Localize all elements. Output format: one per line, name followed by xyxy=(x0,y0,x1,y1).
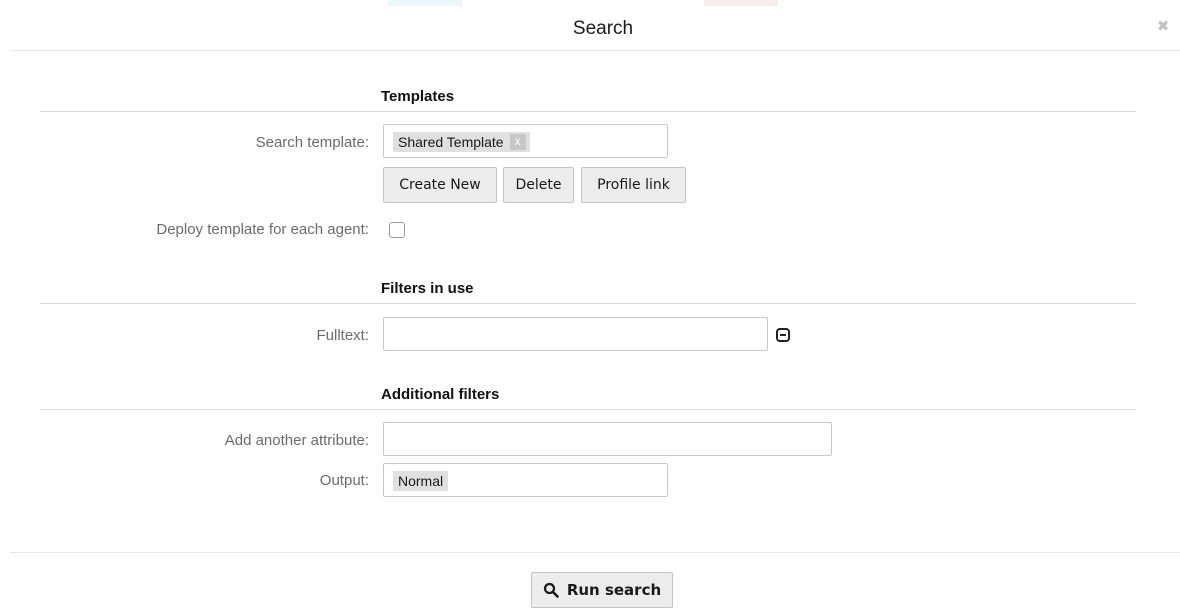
search-template-field[interactable]: Shared Template x xyxy=(383,124,668,158)
add-attribute-input[interactable] xyxy=(383,422,832,456)
run-search-label: Run search xyxy=(566,581,662,599)
run-search-button[interactable]: Run search xyxy=(531,572,673,608)
search-template-chip: Shared Template x xyxy=(393,132,530,152)
dialog-header: Search ✖ xyxy=(0,0,1180,50)
search-icon xyxy=(543,582,559,598)
search-dialog: Search ✖ Templates Search template: Shar… xyxy=(0,0,1180,608)
section-divider xyxy=(40,303,1136,304)
deploy-template-label: Deploy template for each agent: xyxy=(156,221,369,238)
close-icon[interactable]: ✖ xyxy=(1156,19,1170,34)
output-value: Normal xyxy=(398,473,444,489)
section-title-filters-in-use: Filters in use xyxy=(381,280,474,297)
output-chip: Normal xyxy=(393,471,449,491)
section-title-templates: Templates xyxy=(381,88,455,105)
create-new-button[interactable]: Create New xyxy=(383,167,497,203)
section-divider xyxy=(40,111,1136,112)
header-divider xyxy=(10,50,1180,51)
output-label: Output: xyxy=(319,472,369,489)
remove-filter-icon[interactable] xyxy=(776,328,790,342)
section-divider xyxy=(40,409,1136,410)
deploy-template-checkbox[interactable] xyxy=(389,222,405,238)
chip-remove-icon[interactable]: x xyxy=(509,134,526,150)
footer-divider xyxy=(10,552,1180,553)
delete-button[interactable]: Delete xyxy=(503,167,574,203)
profile-link-button[interactable]: Profile link xyxy=(581,167,686,203)
add-attribute-label: Add another attribute: xyxy=(224,432,369,449)
output-select[interactable]: Normal xyxy=(383,463,668,497)
fulltext-input[interactable] xyxy=(383,317,768,351)
search-template-value: Shared Template xyxy=(398,134,504,150)
search-template-label: Search template: xyxy=(255,134,369,151)
section-title-additional-filters: Additional filters xyxy=(381,386,500,403)
dialog-title: Search xyxy=(572,18,634,39)
fulltext-label: Fulltext: xyxy=(316,327,369,344)
